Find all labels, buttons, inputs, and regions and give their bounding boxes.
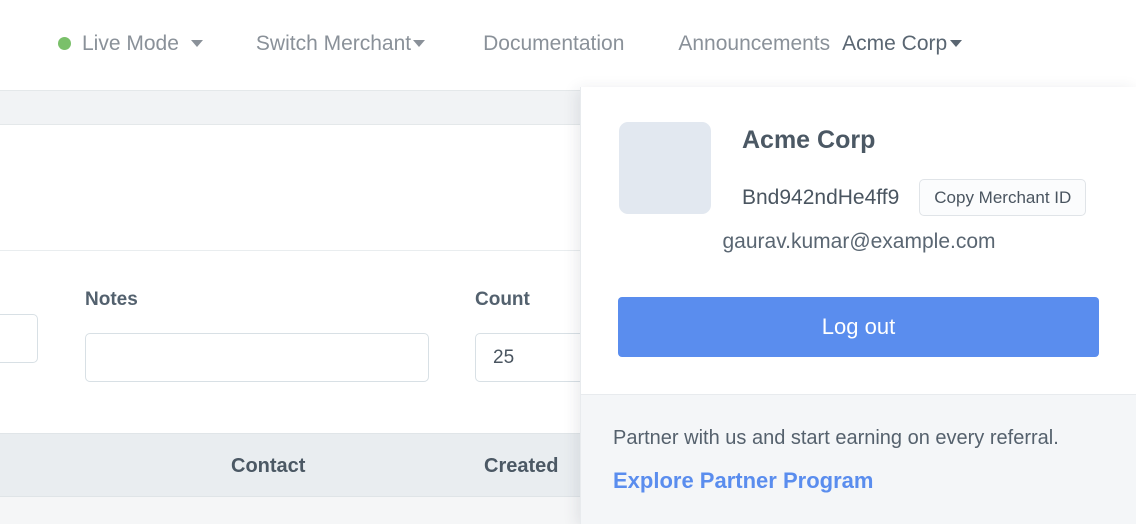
chevron-down-icon	[950, 40, 963, 47]
nav-label-announcements: Announcements	[678, 32, 831, 55]
nav-item-switch-merchant[interactable]: Switch Merchant	[255, 32, 426, 55]
chevron-down-icon	[190, 40, 203, 47]
account-panel-main: Acme Corp Bnd942ndHe4ff9 Copy Merchant I…	[581, 87, 1136, 394]
merchant-name: Acme Corp	[742, 126, 876, 154]
nav-label-account: Acme Corp	[842, 32, 948, 55]
nav-label-switch-merchant: Switch Merchant	[255, 32, 412, 55]
filter-input-notes[interactable]	[85, 333, 429, 382]
logout-button[interactable]: Log out	[618, 297, 1099, 357]
nav-label-live-mode: Live Mode	[82, 32, 179, 55]
nav-item-account-menu[interactable]: Acme Corp	[842, 32, 963, 55]
merchant-identity: Acme Corp Bnd942ndHe4ff9 Copy Merchant I…	[619, 122, 1087, 216]
nav-item-live-mode[interactable]: Live Mode	[58, 33, 203, 54]
chevron-down-icon	[413, 40, 426, 47]
nav-item-announcements[interactable]: Announcements	[678, 33, 830, 54]
filter-field-date	[0, 290, 38, 363]
top-navigation-bar: Live Mode Switch Merchant Documentation …	[0, 0, 1136, 87]
merchant-avatar	[619, 122, 711, 214]
table-column-created[interactable]: Created	[484, 455, 558, 478]
explore-partner-program-link[interactable]: Explore Partner Program	[613, 470, 873, 492]
merchant-id-row: Bnd942ndHe4ff9 Copy Merchant ID	[742, 179, 1087, 216]
partner-program-footer: Partner with us and start earning on eve…	[581, 394, 1136, 524]
filter-label-notes: Notes	[85, 289, 138, 310]
account-email: gaurav.kumar@example.com	[722, 230, 996, 253]
copy-merchant-id-button[interactable]: Copy Merchant ID	[919, 179, 1087, 216]
filter-field-notes: Notes	[85, 290, 429, 382]
nav-label-documentation: Documentation	[483, 32, 625, 55]
filter-input-date[interactable]	[0, 314, 38, 363]
nav-item-documentation[interactable]: Documentation	[483, 33, 624, 54]
merchant-id-value: Bnd942ndHe4ff9	[742, 186, 900, 209]
table-column-contact[interactable]: Contact	[231, 455, 305, 478]
live-status-dot-icon	[58, 37, 71, 50]
partner-program-text: Partner with us and start earning on eve…	[613, 427, 1059, 449]
merchant-identity-text: Acme Corp Bnd942ndHe4ff9 Copy Merchant I…	[742, 122, 1087, 216]
account-dropdown-panel: Acme Corp Bnd942ndHe4ff9 Copy Merchant I…	[580, 87, 1136, 524]
